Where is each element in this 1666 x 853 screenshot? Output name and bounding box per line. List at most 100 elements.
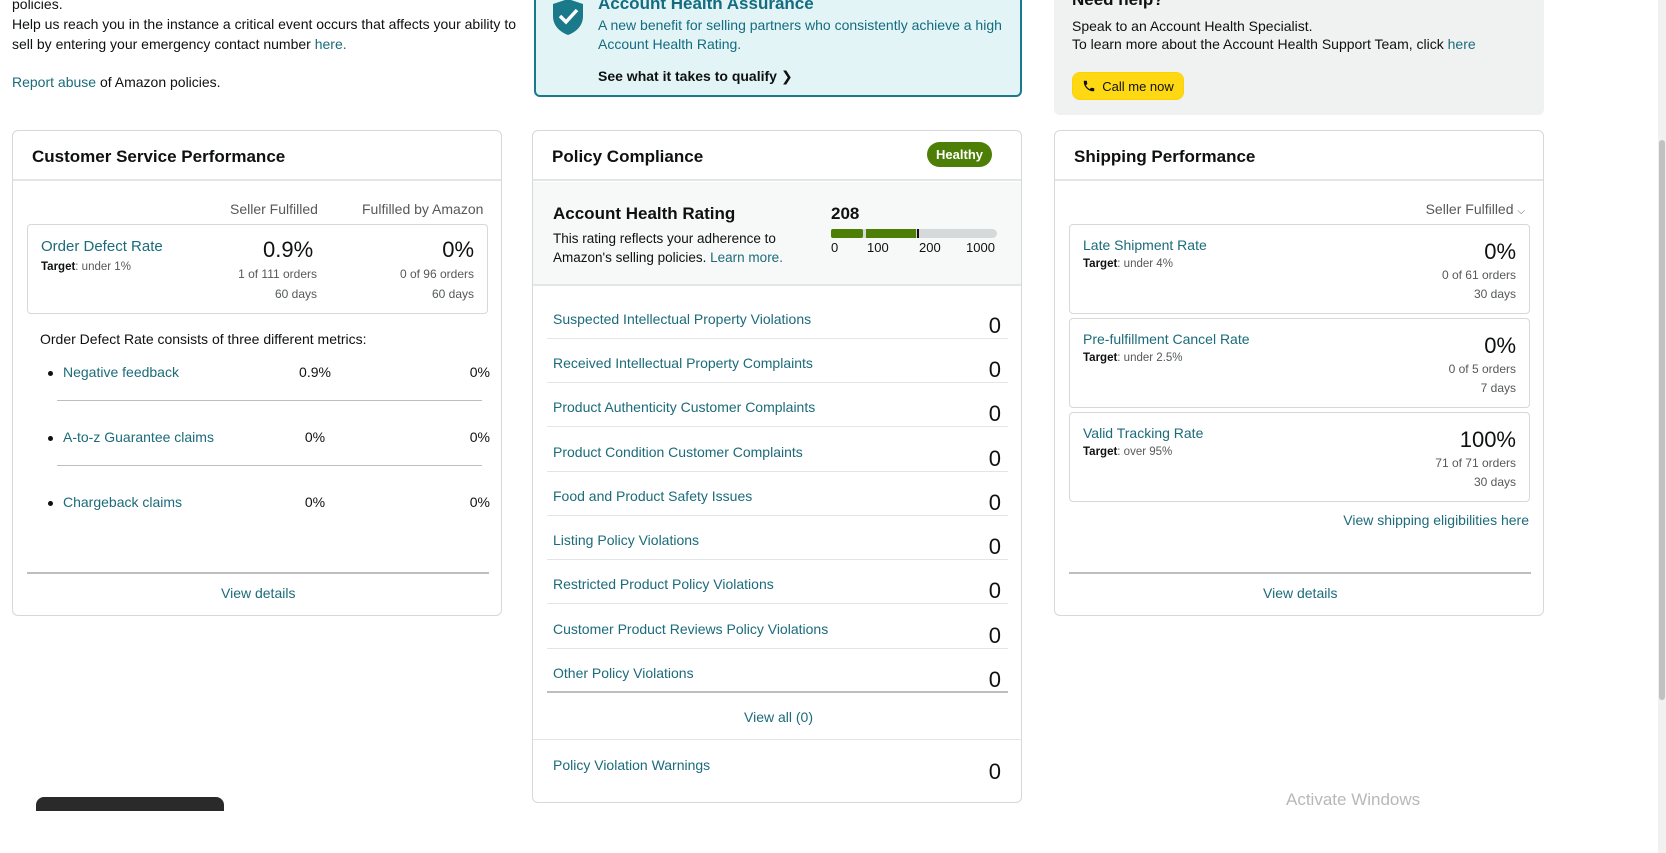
divider	[27, 572, 489, 574]
metric-seller-value: 0.9%	[299, 364, 331, 380]
metric-orders: 0 of 61 orders	[1441, 268, 1516, 282]
policy-link[interactable]: Suspected Intellectual Property Violatio…	[553, 311, 811, 327]
policy-link[interactable]: Received Intellectual Property Complaint…	[553, 355, 813, 371]
sp-header: Shipping Performance	[1055, 131, 1543, 181]
pc-header: Policy Compliance Healthy	[533, 131, 1021, 181]
valid-tracking-rate-link[interactable]: Valid Tracking Rate	[1083, 425, 1203, 441]
policy-link[interactable]: Restricted Product Policy Violations	[553, 576, 774, 592]
metric-orders: 71 of 71 orders	[1435, 456, 1516, 470]
bullet	[48, 436, 53, 441]
metric-value: 0%	[1484, 333, 1516, 358]
policy-count: 0	[988, 446, 1001, 471]
odr-seller-orders: 1 of 111 orders	[238, 267, 317, 281]
policy-count: 0	[988, 357, 1001, 382]
view-all-policies-link[interactable]: View all (0)	[744, 709, 813, 725]
metric-fba-value: 0%	[469, 429, 490, 445]
chevron-down-icon: ⌵	[1517, 206, 1525, 217]
ahr-score: 208	[831, 204, 860, 223]
learn-more-link[interactable]: Learn more.	[710, 250, 783, 265]
aha-description: A new benefit for selling partners who c…	[598, 17, 1002, 52]
policy-row: Food and Product Safety Issues 0	[547, 472, 1008, 516]
bullet	[48, 501, 53, 506]
emergency-text: Help us reach you in the instance a crit…	[12, 16, 516, 52]
pre-fulfillment-cancel-rate-link[interactable]: Pre-fulfillment Cancel Rate	[1083, 331, 1250, 347]
policy-count: 0	[988, 534, 1001, 559]
odr-fba-value: 0%	[442, 237, 474, 262]
metric-row: Chargeback claims 0% 0%	[40, 494, 490, 514]
help-team-link[interactable]: here	[1448, 36, 1476, 52]
odr-fba-orders: 0 of 96 orders	[399, 267, 474, 281]
report-abuse-link[interactable]: Report abuse	[12, 74, 96, 90]
policy-count: 0	[988, 623, 1001, 648]
metric-days: 30 days	[1473, 475, 1516, 489]
scrollbar-thumb[interactable]	[1659, 140, 1665, 700]
account-health-rating-panel: Account Health Rating This rating reflec…	[533, 182, 1021, 286]
ahr-rating-bar	[831, 229, 997, 238]
late-shipment-rate-link[interactable]: Late Shipment Rate	[1083, 237, 1207, 253]
policy-warnings-link[interactable]: Policy Violation Warnings	[553, 757, 710, 773]
metric-target: Target: under 4%	[1083, 258, 1173, 270]
chargeback-claims-link[interactable]: Chargeback claims	[63, 494, 182, 510]
policy-link[interactable]: Product Condition Customer Complaints	[553, 444, 803, 460]
negative-feedback-link[interactable]: Negative feedback	[63, 364, 179, 380]
fba-header: Fulfilled by Amazon	[362, 201, 484, 217]
order-defect-rate-box: Order Defect Rate Target: under 1% 0.9% …	[27, 224, 488, 314]
shipping-eligibilities-link[interactable]: View shipping eligibilities here	[1343, 512, 1529, 528]
fulfillment-dropdown[interactable]: Seller Fulfilled ⌵	[1426, 201, 1525, 217]
policy-count: 0	[988, 313, 1001, 338]
a-to-z-claims-link[interactable]: A-to-z Guarantee claims	[63, 429, 214, 445]
ahr-tick: 0	[831, 240, 839, 255]
divider	[533, 739, 1021, 740]
qualify-link[interactable]: See what it takes to qualify ❯	[598, 68, 793, 85]
divider	[57, 465, 482, 466]
shield-check-icon	[553, 0, 583, 35]
help-team-text: To learn more about the Account Health S…	[1072, 36, 1476, 52]
policy-row: Received Intellectual Property Complaint…	[547, 339, 1008, 383]
csp-title: Customer Service Performance	[32, 147, 286, 166]
odr-seller-value: 0.9%	[263, 237, 314, 262]
policy-row: Restricted Product Policy Violations 0	[547, 560, 1008, 604]
policy-link[interactable]: Listing Policy Violations	[553, 532, 699, 548]
metric-row: A-to-z Guarantee claims 0% 0%	[40, 429, 490, 449]
call-me-now-button[interactable]: Call me now	[1072, 72, 1184, 100]
policy-link[interactable]: Other Policy Violations	[553, 665, 694, 681]
emergency-contact-link[interactable]: here.	[315, 36, 347, 52]
policy-count: 0	[988, 667, 1001, 692]
policy-link[interactable]: Customer Product Reviews Policy Violatio…	[553, 621, 828, 637]
policy-count: 0	[988, 578, 1001, 603]
odr-fba-days: 60 days	[431, 287, 474, 301]
metric-target: Target: under 2.5%	[1083, 352, 1183, 364]
seller-fulfilled-header: Seller Fulfilled	[230, 201, 318, 217]
metric-row: Negative feedback 0.9% 0%	[40, 364, 490, 384]
policy-warnings-row: Policy Violation Warnings 0	[547, 741, 1008, 785]
policy-link[interactable]: Product Authenticity Customer Complaints	[553, 399, 815, 415]
emergency-contact-section: policies. Help us reach you in the insta…	[12, 0, 532, 92]
bullet	[48, 371, 53, 376]
sp-title: Shipping Performance	[1074, 147, 1256, 166]
policies-text: policies.	[12, 0, 63, 12]
account-health-assurance-card: Account Health Assurance A new benefit f…	[534, 0, 1022, 97]
metric-orders: 0 of 5 orders	[1448, 362, 1516, 376]
metric-fba-value: 0%	[469, 494, 490, 510]
policy-link[interactable]: Food and Product Safety Issues	[553, 488, 752, 504]
metric-value: 100%	[1459, 427, 1516, 452]
help-title: Need help?	[1072, 0, 1164, 10]
sp-view-details-link[interactable]: View details	[1263, 585, 1337, 601]
page-scrollbar[interactable]	[1658, 0, 1666, 853]
phone-icon	[1083, 80, 1095, 92]
metric-seller-value: 0%	[304, 494, 326, 510]
need-help-card: Need help? Speak to an Account Health Sp…	[1054, 0, 1544, 115]
csp-header: Customer Service Performance	[13, 131, 501, 181]
order-defect-rate-link[interactable]: Order Defect Rate	[41, 238, 163, 255]
policy-warnings-count: 0	[988, 759, 1001, 784]
ahr-tick: 1000	[966, 240, 995, 255]
policy-row: Product Condition Customer Complaints 0	[547, 428, 1008, 472]
csp-view-details-link[interactable]: View details	[221, 585, 295, 601]
policy-row: Other Policy Violations 0	[547, 649, 1008, 693]
help-specialist-text: Speak to an Account Health Specialist.	[1072, 18, 1313, 34]
late-shipment-rate-box: Late Shipment Rate Target: under 4% 0% 0…	[1069, 224, 1530, 314]
metric-days: 7 days	[1480, 381, 1516, 395]
ahr-tick: 200	[919, 240, 941, 255]
metric-seller-value: 0%	[304, 429, 326, 445]
metric-target: Target: over 95%	[1083, 446, 1173, 458]
